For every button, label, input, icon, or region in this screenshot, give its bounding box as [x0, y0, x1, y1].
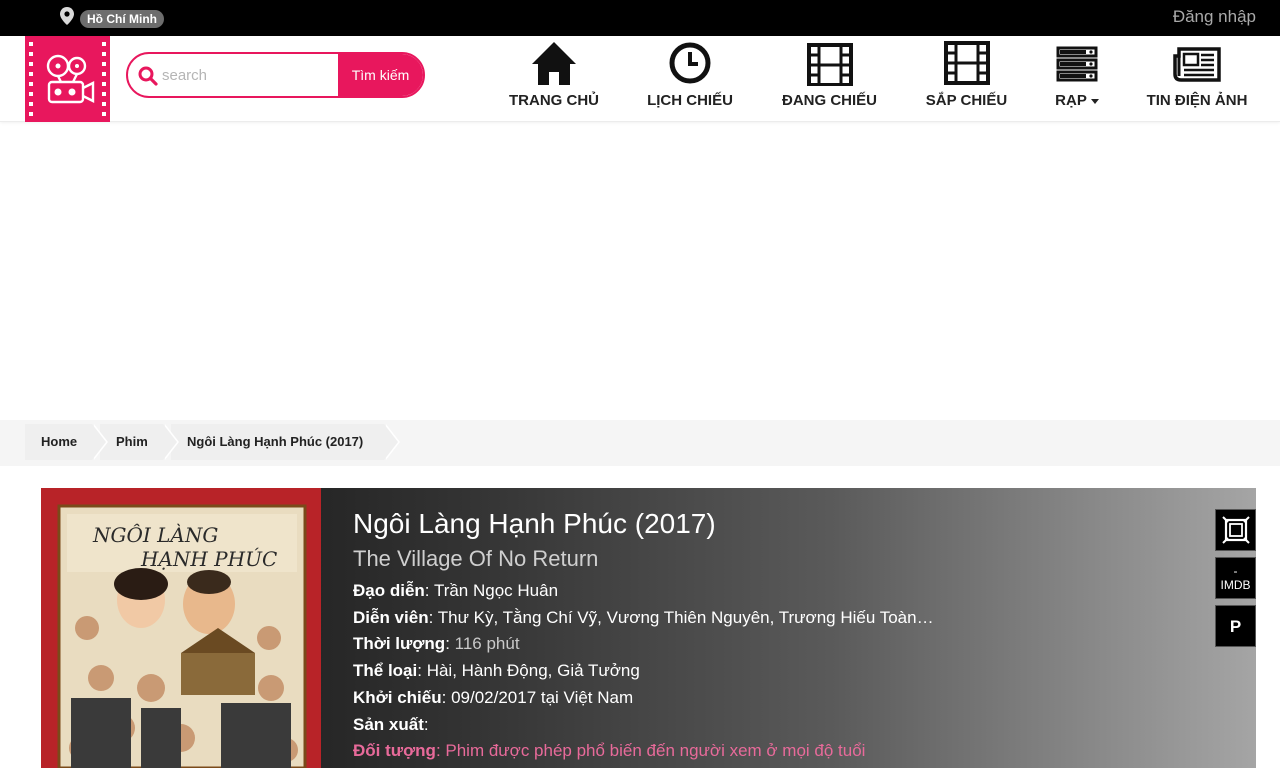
poster-crowd-clothes [71, 698, 291, 768]
breadcrumb-movies[interactable]: Phim [100, 424, 179, 460]
breadcrumb-home[interactable]: Home [25, 424, 108, 460]
nav-home-label: TRANG CHỦ [509, 92, 599, 109]
film-strip-icon [806, 43, 853, 86]
release-label: Khởi chiếu [353, 687, 442, 707]
nav-now-showing-label: ĐANG CHIẾU [781, 92, 877, 109]
age-rating-badge: P [1215, 605, 1256, 647]
movie-producer-row: Sản xuất: [353, 714, 429, 734]
poster-title-line2: HẠNH PHÚC [140, 546, 277, 571]
server-rack-icon [1056, 46, 1098, 82]
search-input[interactable] [162, 54, 340, 96]
cast-value[interactable]: Thư Kỳ, Tằng Chí Vỹ, Vương Thiên Nguyên,… [438, 608, 934, 627]
fullscreen-button[interactable] [1215, 509, 1256, 551]
login-link[interactable]: Đăng nhập [1173, 7, 1256, 27]
movie-title: Ngôi Làng Hạnh Phúc (2017) [353, 508, 716, 539]
director-label: Đạo diễn [353, 581, 425, 600]
audience-value: Phim được phép phổ biến đến người xem ở … [445, 741, 866, 761]
search-icon [138, 66, 158, 86]
imdb-badge[interactable]: - IMDB [1215, 557, 1256, 599]
nav-coming-soon-label: SẮP CHIẾU [925, 92, 1008, 109]
nav-now-showing[interactable]: ĐANG CHIẾU [778, 40, 881, 118]
frame-icon [1221, 516, 1250, 544]
nav-schedule[interactable]: LỊCH CHIẾU [643, 40, 737, 118]
movie-duration-row: Thời lượng: 116 phút [353, 634, 520, 654]
breadcrumb-current: Ngôi Làng Hạnh Phúc (2017) [171, 424, 400, 460]
house-icon [532, 42, 576, 85]
film-strip-icon [943, 41, 990, 85]
nav-home[interactable]: TRANG CHỦ [505, 40, 603, 118]
clock-icon [669, 42, 711, 84]
nav-cinemas-label: RẠP [1048, 92, 1106, 109]
nav-news-label: TIN ĐIỆN ẢNH [1146, 92, 1248, 109]
movie-original-title: The Village Of No Return [353, 546, 599, 571]
director-value[interactable]: Trần Ngọc Huân [434, 581, 558, 600]
newspaper-icon [1173, 47, 1221, 82]
movie-genre-row: Thể loại: Hài, Hành Động, Giả Tưởng [353, 661, 640, 681]
site-header: Tìm kiếm TRANG CHỦ LỊCH CHIẾU ĐANG CHIẾU [0, 36, 1280, 122]
nav-schedule-label: LỊCH CHIẾU [647, 92, 733, 109]
movie-cast-row: Diễn viên: Thư Kỳ, Tằng Chí Vỹ, Vương Th… [353, 607, 934, 627]
duration-label: Thời lượng [353, 634, 446, 654]
top-bar: Hồ Chí Minh Đăng nhập [0, 0, 1280, 36]
search-button[interactable]: Tìm kiếm [338, 54, 423, 96]
movie-audience-row: Đối tượng: Phim được phép phổ biến đến n… [353, 741, 866, 761]
genre-label: Thể loại [353, 661, 418, 681]
site-logo[interactable] [25, 36, 110, 122]
release-value: 09/02/2017 tại Việt Nam [451, 687, 634, 707]
map-pin-icon [60, 7, 74, 25]
nav-news[interactable]: TIN ĐIỆN ẢNH [1142, 40, 1252, 118]
imdb-score: - [1233, 564, 1238, 578]
genre-value[interactable]: Hài, Hành Động, Giả Tưởng [427, 661, 640, 680]
movie-info: Ngôi Làng Hạnh Phúc (2017) The Village O… [353, 508, 1193, 765]
search-box: Tìm kiếm [126, 52, 425, 98]
age-rating-value: P [1229, 617, 1242, 636]
cast-label: Diễn viên [353, 607, 429, 627]
film-projector-logo-icon [25, 36, 110, 122]
nav-cinemas-text: RẠP [1055, 92, 1087, 109]
nav-coming-soon[interactable]: SẮP CHIẾU [922, 40, 1011, 118]
duration-value: 116 phút [454, 634, 520, 654]
nav-cinemas-dropdown[interactable]: RẠP [1048, 40, 1106, 118]
movie-director-row: Đạo diễn: Trần Ngọc Huân [353, 581, 559, 600]
breadcrumb: Home Phim Ngôi Làng Hạnh Phúc (2017) [0, 420, 1280, 466]
movie-detail-panel: NGÔI LÀNG HẠNH PHÚC Ngôi Làng Hạnh Phúc … [41, 488, 1256, 768]
imdb-label: IMDB [1220, 578, 1251, 592]
audience-label: Đối tượng [353, 741, 436, 761]
poster-title-line1: NGÔI LÀNG [92, 522, 218, 547]
producer-label: Sản xuất [353, 714, 424, 734]
caret-down-icon [1090, 98, 1099, 104]
city-selector[interactable]: Hồ Chí Minh [80, 10, 164, 28]
movie-release-row: Khởi chiếu: 09/02/2017 tại Việt Nam [353, 687, 634, 707]
movie-poster[interactable]: NGÔI LÀNG HẠNH PHÚC [41, 488, 321, 768]
poster-artwork: NGÔI LÀNG HẠNH PHÚC [41, 488, 321, 768]
